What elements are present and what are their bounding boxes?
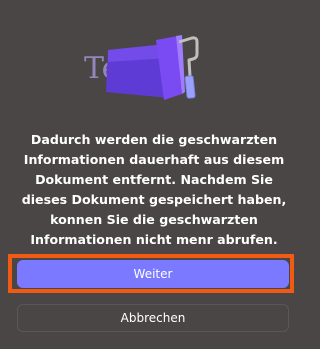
continue-button[interactable]: Weiter [17, 260, 289, 288]
text-paint-roller-illustration: Text [84, 35, 199, 100]
redaction-dialog: Text Dadurch werden die geschwarzten Inf… [0, 0, 308, 349]
warning-message: Dadurch werden die geschwarzten Informat… [21, 132, 287, 247]
cancel-button[interactable]: Abbrechen [17, 304, 289, 332]
